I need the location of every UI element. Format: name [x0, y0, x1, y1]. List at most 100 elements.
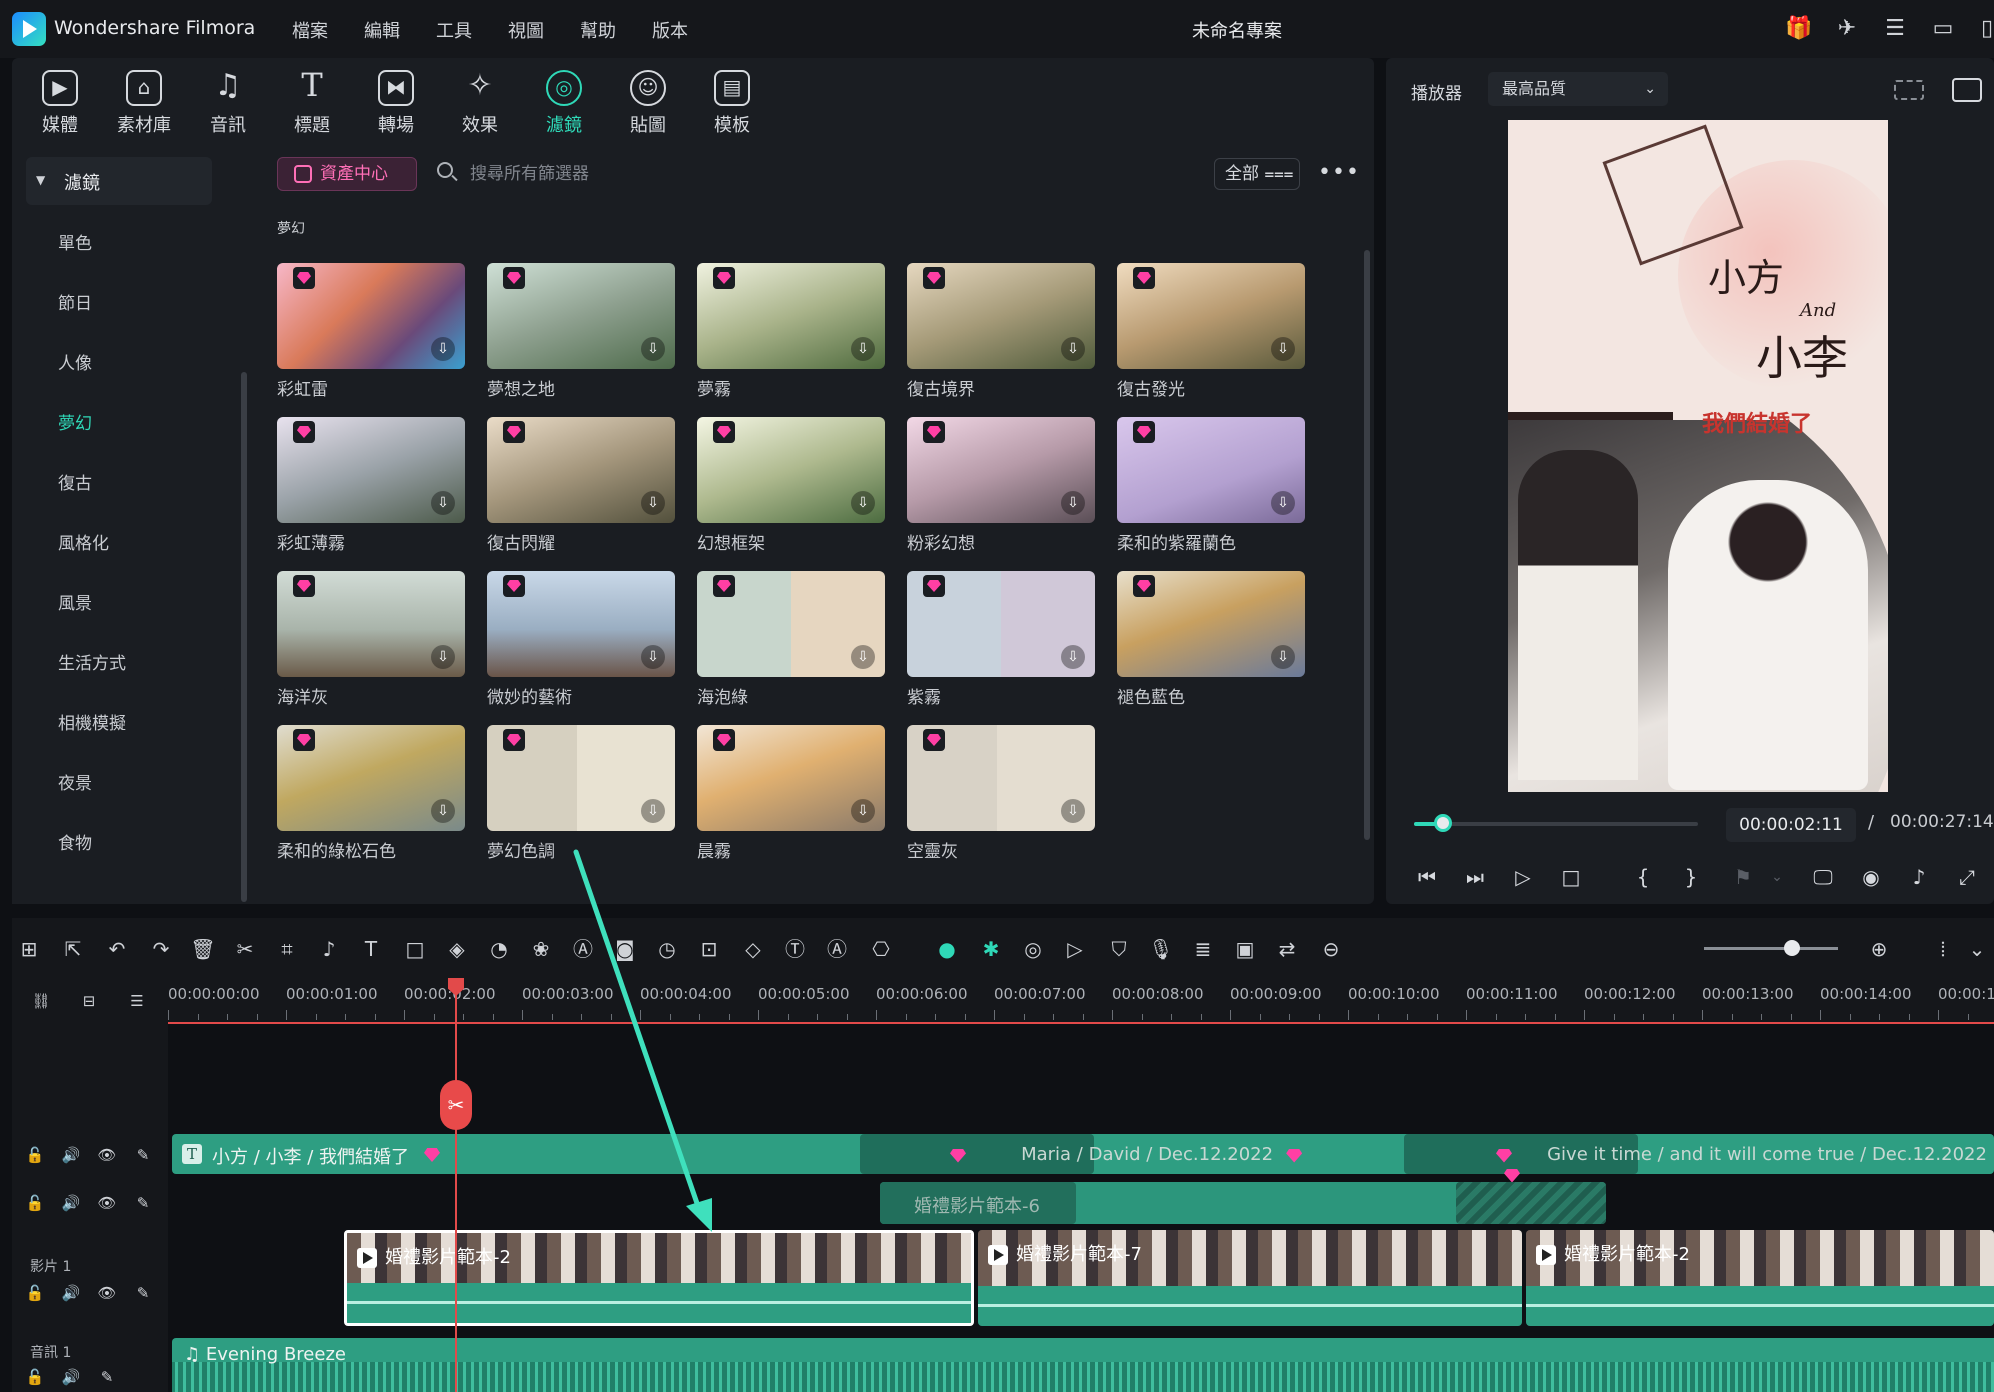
track-manage-icon[interactable]: ☰ — [126, 990, 148, 1012]
mic-icon[interactable]: 🎙 — [1146, 934, 1176, 964]
category-transition[interactable]: ⧓ 轉場 — [356, 70, 436, 137]
mark-out-icon[interactable]: } — [1676, 862, 1706, 892]
gift-icon[interactable]: 🎁 — [1784, 14, 1814, 44]
layout-icon[interactable]: ▭ — [1928, 14, 1958, 44]
volume-icon[interactable]: 🔊 — [60, 1366, 82, 1388]
video-clip-3[interactable]: 婚禮影片範本-2 — [1526, 1230, 1994, 1326]
marker-icon[interactable]: ⚑ — [1728, 862, 1758, 892]
filter-thumbnail[interactable]: ⇩ — [487, 725, 675, 831]
category-stock[interactable]: ⌂ 素材庫 — [104, 70, 184, 137]
download-icon[interactable]: ⇩ — [1271, 645, 1295, 669]
download-icon[interactable]: ⇩ — [1271, 337, 1295, 361]
filter-grid-scrollbar[interactable] — [1364, 250, 1370, 840]
sidebar-item-portrait[interactable]: 人像 — [58, 349, 92, 374]
redo-icon[interactable]: ↷ — [146, 934, 176, 964]
chevron-down-icon[interactable]: ⌄ — [1962, 934, 1992, 964]
download-icon[interactable]: ⇩ — [1061, 337, 1085, 361]
zoom-handle[interactable] — [1784, 940, 1800, 956]
filter-card[interactable]: ⇩ 幻想框架 — [697, 417, 885, 554]
chat-icon[interactable]: ☰ — [1880, 14, 1910, 44]
sidebar-item-lifestyle[interactable]: 生活方式 — [58, 649, 126, 674]
ai-icon[interactable]: Ⓐ — [568, 934, 598, 964]
sidebar-item-night[interactable]: 夜景 — [58, 769, 92, 794]
filter-thumbnail[interactable]: ⇩ — [487, 571, 675, 677]
sidebar-item-monochrome[interactable]: 單色 — [58, 229, 92, 254]
menu-version[interactable]: 版本 — [652, 17, 688, 43]
columns-icon[interactable]: ⦙ — [1928, 934, 1958, 964]
category-filters[interactable]: ◎ 濾鏡 — [524, 70, 604, 137]
filter-card[interactable]: ⇩ 柔和的紫羅蘭色 — [1117, 417, 1305, 554]
audio-clip[interactable]: ♫ Evening Breeze — [172, 1338, 1994, 1392]
category-audio[interactable]: ♫ 音訊 — [188, 70, 268, 137]
download-icon[interactable]: ⇩ — [851, 799, 875, 823]
filter-thumbnail[interactable]: ⇩ — [277, 417, 465, 523]
video-clip-2[interactable]: 婚禮影片範本-7 — [978, 1230, 1522, 1326]
sidebar-header-filters[interactable]: ▼ 濾鏡 — [26, 157, 212, 205]
send-icon[interactable]: ✈ — [1832, 14, 1862, 44]
speed-icon[interactable]: ◔ — [484, 934, 514, 964]
grid-view-icon[interactable] — [1894, 80, 1924, 100]
download-icon[interactable]: ⇩ — [1061, 645, 1085, 669]
download-icon[interactable]: ⇩ — [641, 645, 665, 669]
menu-file[interactable]: 檔案 — [292, 17, 328, 43]
link-icon[interactable]: ⊟ — [78, 990, 100, 1012]
seek-bar[interactable] — [1414, 822, 1698, 826]
crop-icon[interactable]: ⌗ — [272, 934, 302, 964]
filter-card[interactable]: ⇩ 夢幻色調 — [487, 725, 675, 862]
category-title[interactable]: T 標題 — [272, 69, 352, 137]
lock-icon[interactable]: 🔓 — [24, 1282, 46, 1304]
text-tool-icon[interactable]: T — [356, 934, 386, 964]
keyframe-icon[interactable]: ◇ — [738, 934, 768, 964]
download-icon[interactable]: ⇩ — [1061, 491, 1085, 515]
ai-mate-icon[interactable]: ● — [932, 934, 962, 964]
beat-icon[interactable]: ✱ — [976, 934, 1006, 964]
fullscreen-icon[interactable]: ⤢ — [1952, 862, 1982, 892]
filter-card[interactable]: ⇩ 復古境界 — [907, 263, 1095, 400]
filter-card[interactable]: ⇩ 微妙的藝術 — [487, 571, 675, 708]
filter-card[interactable]: ⇩ 海洋灰 — [277, 571, 465, 708]
download-icon[interactable]: ⇩ — [641, 337, 665, 361]
seek-handle[interactable] — [1434, 814, 1452, 832]
filter-thumbnail[interactable]: ⇩ — [487, 263, 675, 369]
select-tool-icon[interactable]: ⇱ — [58, 934, 88, 964]
filter-all-dropdown[interactable]: 全部 ⩶ — [1214, 158, 1300, 190]
download-icon[interactable]: ⇩ — [1271, 491, 1295, 515]
shield-icon[interactable]: ⛉ — [1104, 934, 1134, 964]
sidebar-item-dreamy[interactable]: 夢幻 — [58, 409, 92, 434]
zoom-slider[interactable] — [1704, 947, 1838, 950]
filter-card[interactable]: ⇩ 夢霧 — [697, 263, 885, 400]
snapshot-icon[interactable]: ◉ — [1856, 862, 1886, 892]
filter-card[interactable]: ⇩ 粉彩幻想 — [907, 417, 1095, 554]
playhead-line[interactable] — [455, 980, 457, 1392]
sidebar-item-stylized[interactable]: 風格化 — [58, 529, 109, 554]
sidebar-scrollbar[interactable] — [241, 372, 247, 902]
download-icon[interactable]: ⇩ — [641, 799, 665, 823]
sidebar-item-holiday[interactable]: 節日 — [58, 289, 92, 314]
filter-thumbnail[interactable]: ⇩ — [697, 725, 885, 831]
download-icon[interactable]: ⇩ — [1061, 799, 1085, 823]
lock-icon[interactable]: 🔓 — [24, 1144, 46, 1166]
undo-icon[interactable]: ↶ — [102, 934, 132, 964]
menu-help[interactable]: 幫助 — [580, 17, 616, 43]
mask-icon[interactable]: ◈ — [442, 934, 472, 964]
category-media[interactable]: ▶ 媒體 — [20, 70, 100, 137]
filter-thumbnail[interactable]: ⇩ — [697, 417, 885, 523]
download-icon[interactable]: ⇩ — [431, 645, 455, 669]
zoom-out-icon[interactable]: ⊖ — [1316, 934, 1346, 964]
volume-icon[interactable]: 🔊 — [60, 1192, 82, 1214]
filter-thumbnail[interactable]: ⇩ — [907, 263, 1095, 369]
delete-icon[interactable]: 🗑 — [188, 934, 218, 964]
asset-center-button[interactable]: 資產中心 — [277, 157, 417, 191]
filter-card[interactable]: ⇩ 褪色藍色 — [1117, 571, 1305, 708]
quality-dropdown[interactable]: 最高品質 ⌄ — [1488, 72, 1668, 106]
eye-icon[interactable]: 👁 — [96, 1282, 118, 1304]
download-icon[interactable]: ⇩ — [431, 799, 455, 823]
more-options-icon[interactable]: ••• — [1318, 160, 1360, 185]
title-clip-3[interactable]: Give it time / and it will come true / D… — [1496, 1144, 1994, 1184]
stabilize-icon[interactable]: ⎔ — [866, 934, 896, 964]
filter-thumbnail[interactable]: ⇩ — [697, 263, 885, 369]
menu-view[interactable]: 視圖 — [508, 17, 544, 43]
step-back-icon[interactable]: ⏮ — [1412, 862, 1442, 892]
unlink-icon[interactable]: ⛓ — [30, 990, 52, 1012]
menu-tools[interactable]: 工具 — [436, 17, 472, 43]
